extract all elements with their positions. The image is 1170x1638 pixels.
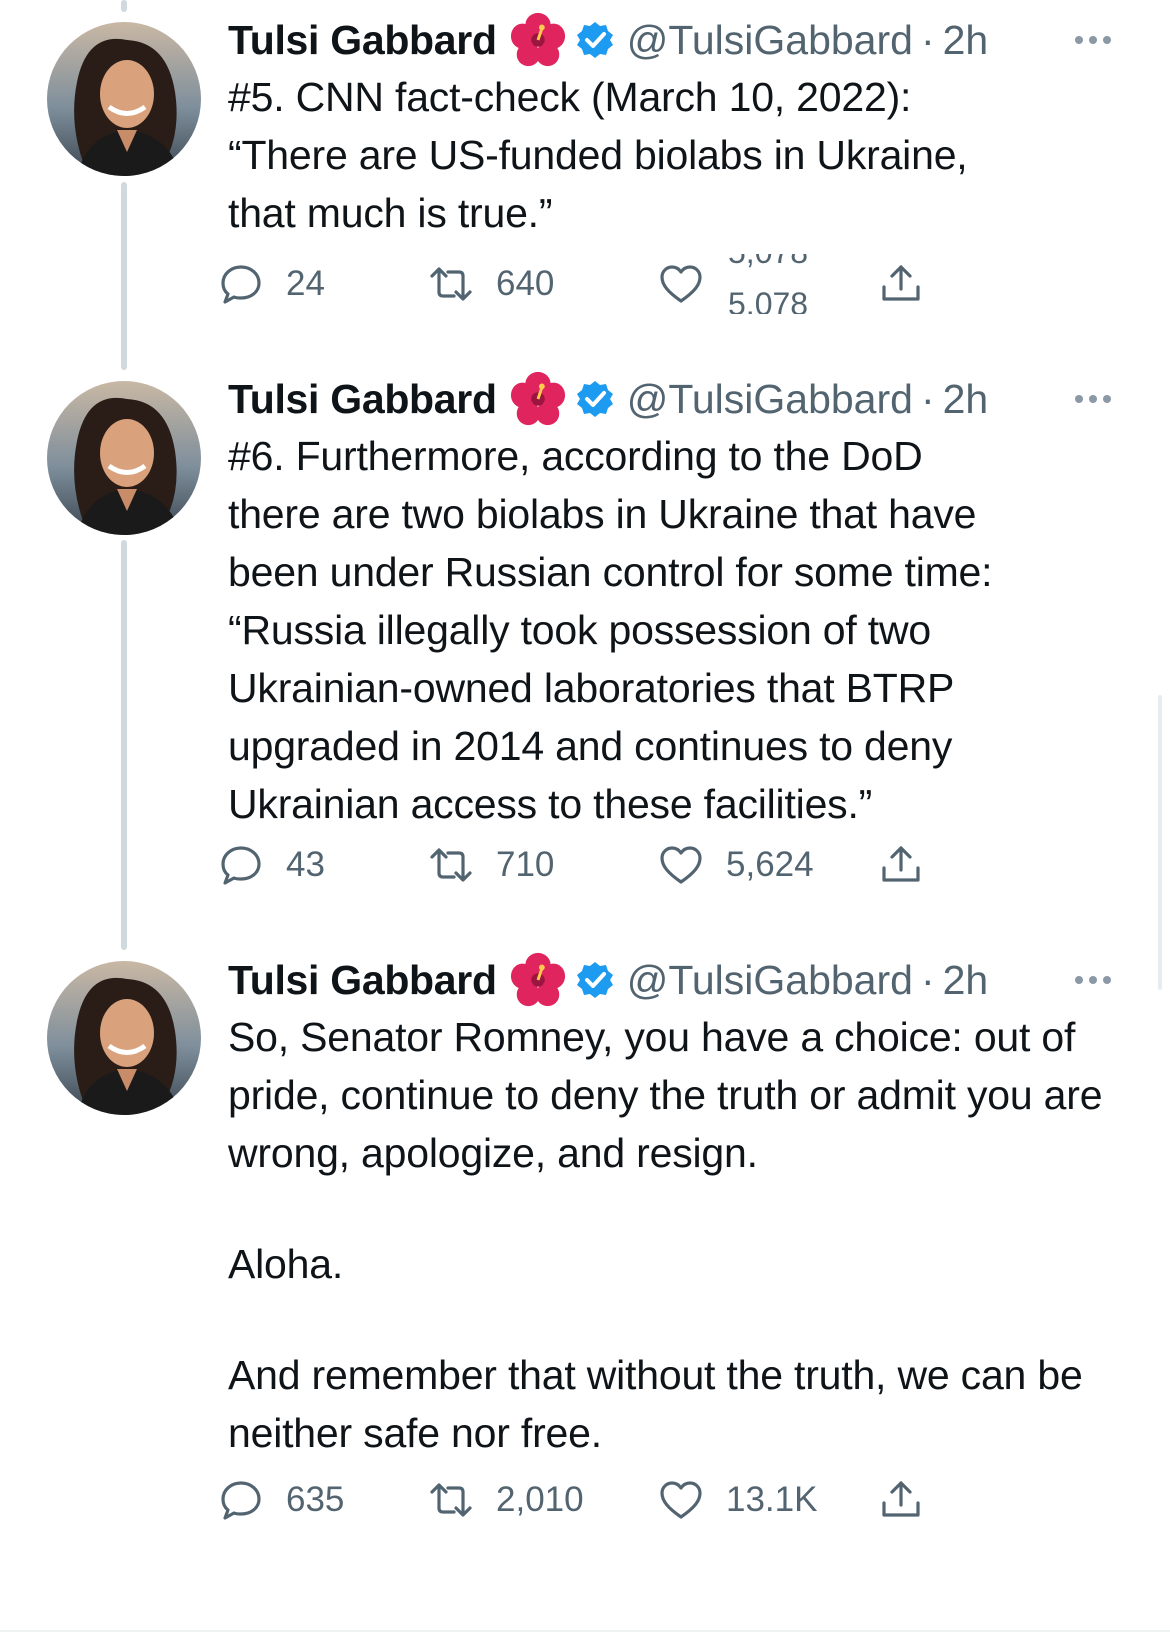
tweet-actions: 43 710 5,624 (221, 835, 988, 895)
divider (0, 1630, 1170, 1632)
retweet-button[interactable]: 640 (428, 254, 554, 314)
more-options-icon[interactable] (1075, 970, 1119, 990)
hibiscus-emoji-icon (509, 951, 567, 1009)
verified-badge-icon (575, 379, 615, 419)
reply-count: 43 (286, 845, 325, 884)
reply-icon (221, 1481, 261, 1520)
tweet-paragraph: And remember that without the truth, we … (228, 1352, 1083, 1456)
reply-icon (221, 265, 261, 304)
share-icon (882, 265, 920, 301)
retweet-count: 2,010 (496, 1480, 584, 1519)
like-button[interactable]: 13.1K (658, 1470, 817, 1530)
share-button[interactable] (878, 254, 924, 314)
more-options-icon[interactable] (1075, 389, 1119, 409)
like-count-previous: 5,078 (728, 254, 808, 271)
avatar[interactable] (47, 381, 201, 535)
heart-icon (660, 1481, 702, 1519)
tweet-text-line: “Russia illegally took possession of two (228, 607, 931, 653)
reply-icon (221, 846, 261, 885)
author-handle[interactable]: @TulsiGabbard (627, 376, 913, 423)
share-button[interactable] (878, 835, 924, 895)
tweet-text: #6. Furthermore, according to the DoD th… (228, 427, 1128, 833)
timestamp[interactable]: 2h (943, 17, 989, 64)
like-count: 5,078 (728, 286, 809, 314)
retweet-icon (430, 267, 472, 301)
author-name[interactable]: Tulsi Gabbard (228, 17, 497, 64)
tweet-header: Tulsi Gabbard @TulsiGabbard · 2h (228, 369, 988, 429)
tweet-actions: 24 640 5,078 5,078 (221, 254, 988, 314)
share-icon (882, 1481, 920, 1517)
tweet-text-line: #6. Furthermore, according to the DoD (228, 433, 923, 479)
thread-line-1 (121, 182, 127, 370)
tweet-actions: 635 2,010 13.1K (221, 1470, 988, 1530)
separator-dot: · (920, 16, 935, 63)
like-button[interactable]: 5,078 5,078 (658, 254, 838, 314)
like-count: 13.1K (726, 1480, 818, 1519)
share-icon (882, 846, 920, 882)
tweet-text: So, Senator Romney, you have a choice: o… (228, 1008, 1128, 1462)
tweet-text-line: Ukrainian-owned laboratories that BTRP (228, 665, 955, 711)
reply-button[interactable]: 43 (218, 835, 325, 895)
retweet-button[interactable]: 710 (428, 835, 554, 895)
tweet-text-line: “There are US-funded biolabs in Ukraine, (228, 132, 968, 178)
tweet-header: Tulsi Gabbard @TulsiGabbard · 2h (228, 950, 988, 1010)
retweet-button[interactable]: 2,010 (428, 1470, 584, 1530)
heart-icon (660, 265, 702, 303)
retweet-icon (430, 1483, 472, 1517)
timestamp[interactable]: 2h (943, 957, 989, 1004)
thread-line-2 (121, 540, 127, 950)
share-button[interactable] (878, 1470, 924, 1530)
like-count: 5,624 (726, 845, 814, 884)
author-name[interactable]: Tulsi Gabbard (228, 376, 497, 423)
timestamp[interactable]: 2h (943, 376, 989, 423)
avatar[interactable] (47, 961, 201, 1115)
hibiscus-emoji-icon (509, 370, 567, 428)
separator-dot: · (920, 956, 935, 1003)
reply-count: 635 (286, 1480, 345, 1519)
like-count-animating: 5,078 5,078 (728, 254, 838, 314)
separator-dot: · (920, 375, 935, 422)
author-handle[interactable]: @TulsiGabbard (627, 957, 913, 1004)
tweet-paragraph: So, Senator Romney, you have a choice: o… (228, 1014, 1103, 1176)
reply-count: 24 (286, 264, 325, 303)
avatar[interactable] (47, 22, 201, 176)
retweet-count: 710 (496, 845, 555, 884)
author-handle[interactable]: @TulsiGabbard (627, 17, 913, 64)
verified-badge-icon (575, 20, 615, 60)
thread-line-top (121, 0, 127, 12)
like-button[interactable]: 5,624 (658, 835, 814, 895)
scrollbar[interactable] (1158, 695, 1162, 990)
tweet-text-line: that much is true.” (228, 190, 553, 236)
tweet-text-line: Ukrainian access to these facilities.” (228, 781, 873, 827)
reply-button[interactable]: 635 (218, 1470, 344, 1530)
tweet-text-line: there are two biolabs in Ukraine that ha… (228, 491, 977, 537)
retweet-icon (430, 848, 472, 882)
tweet-text: #5. CNN fact-check (March 10, 2022): “Th… (228, 68, 1128, 242)
more-options-icon[interactable] (1075, 30, 1119, 50)
retweet-count: 640 (496, 264, 555, 303)
reply-button[interactable]: 24 (218, 254, 325, 314)
tweet-paragraph: Aloha. (228, 1241, 344, 1287)
tweet-header: Tulsi Gabbard @TulsiGabbard · 2h (228, 10, 988, 70)
heart-icon (660, 846, 702, 884)
verified-badge-icon (575, 960, 615, 1000)
hibiscus-emoji-icon (509, 11, 567, 69)
tweet-text-line: been under Russian control for some time… (228, 549, 993, 595)
author-name[interactable]: Tulsi Gabbard (228, 957, 497, 1004)
tweet-text-line: #5. CNN fact-check (March 10, 2022): (228, 74, 912, 120)
tweet-text-line: upgraded in 2014 and continues to deny (228, 723, 953, 769)
